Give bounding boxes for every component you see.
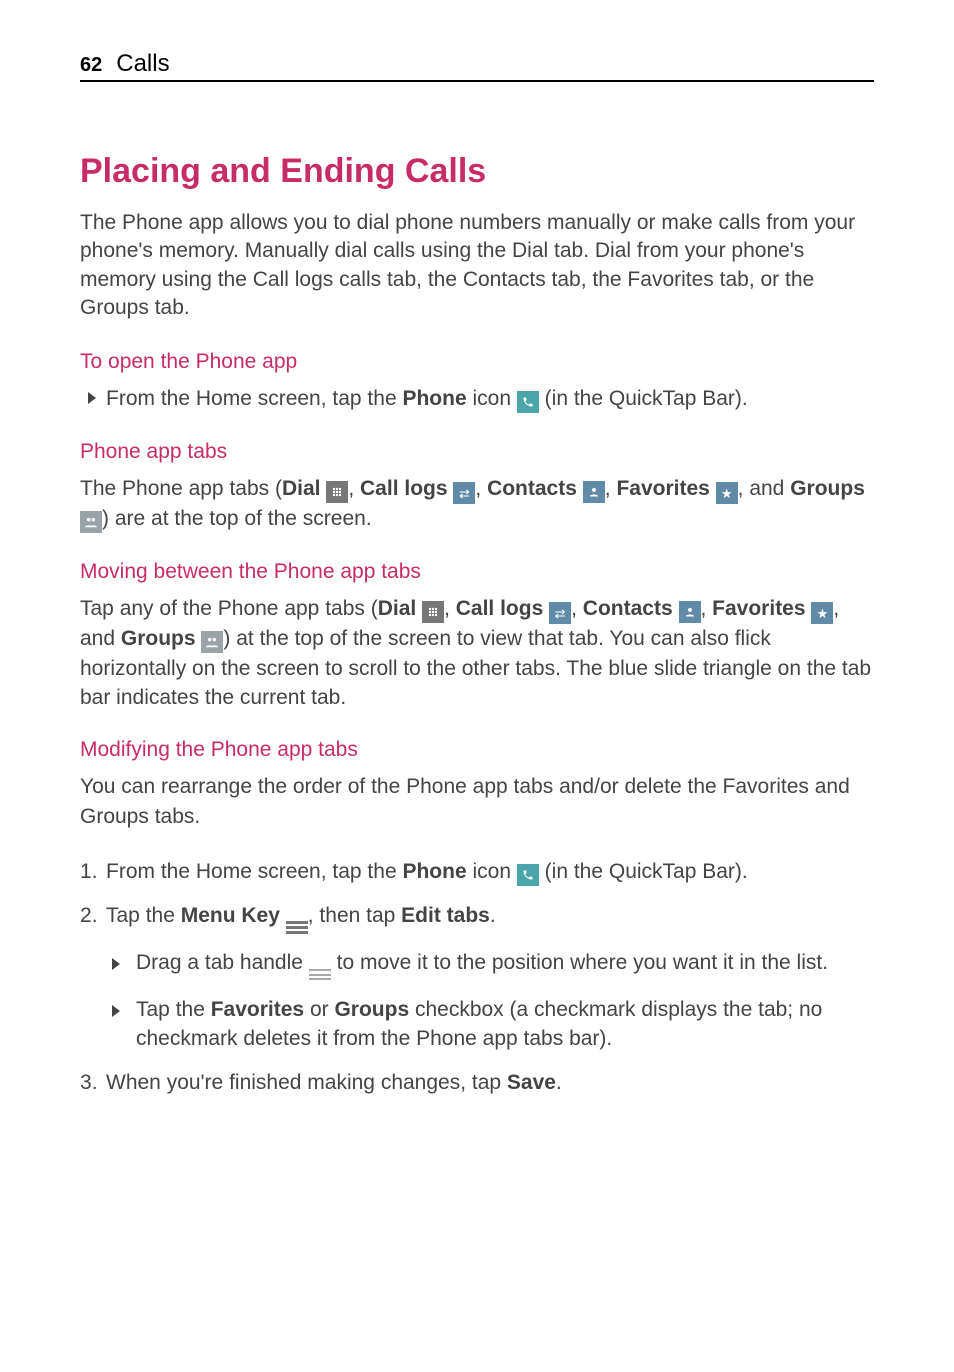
text: or [304, 998, 334, 1021]
text: to move it to the position where you wan… [331, 951, 828, 974]
text: , then tap [308, 904, 401, 927]
text: , [701, 597, 713, 620]
text: , [605, 477, 617, 500]
text: , [444, 597, 456, 620]
section-title: Calls [116, 50, 169, 78]
phone-icon [517, 391, 539, 413]
calllogs-icon: ⇄ [453, 482, 475, 504]
subheading-moving-tabs: Moving between the Phone app tabs [80, 560, 874, 584]
contacts-icon [583, 481, 605, 503]
sub-bullet-checkbox: Tap the Favorites or Groups checkbox (a … [106, 995, 874, 1054]
text: icon [467, 387, 517, 410]
step-1: From the Home screen, tap the Phone icon… [80, 857, 874, 886]
text: , [348, 477, 360, 500]
text: , [475, 477, 487, 500]
text: (in the QuickTap Bar). [539, 387, 748, 410]
dial-icon [326, 481, 348, 503]
dial-label: Dial [282, 477, 321, 500]
groups-icon [201, 631, 223, 653]
step-2: Tap the Menu Key , then tap Edit tabs. D… [80, 901, 874, 1054]
text: , [571, 597, 583, 620]
text: (in the QuickTap Bar). [539, 860, 748, 883]
favorites-icon: ★ [716, 482, 738, 504]
text: icon [467, 860, 517, 883]
main-heading: Placing and Ending Calls [80, 152, 874, 191]
groups-label: Groups [121, 627, 196, 650]
save-label: Save [507, 1071, 556, 1094]
groups-label: Groups [790, 477, 865, 500]
menu-key-icon [286, 918, 308, 936]
calllogs-icon: ⇄ [549, 602, 571, 624]
text: When you're finished making changes, tap [106, 1071, 507, 1094]
groups-icon [80, 511, 102, 533]
modifying-intro: You can rearrange the order of the Phone… [80, 772, 874, 831]
text: From the Home screen, tap the [106, 860, 402, 883]
contacts-label: Contacts [583, 597, 673, 620]
moving-tabs-text: Tap any of the Phone app tabs (Dial , Ca… [80, 594, 874, 713]
dial-label: Dial [378, 597, 417, 620]
favorites-label: Favorites [616, 477, 709, 500]
bullet-triangle-icon [112, 1005, 120, 1017]
text: . [490, 904, 496, 927]
text: Tap the [136, 998, 211, 1021]
sub-bullets: Drag a tab handle to move it to the posi… [106, 948, 874, 1053]
text: ) at the top of the screen to view that … [80, 627, 871, 709]
text: The Phone app tabs ( [80, 477, 282, 500]
phone-app-tabs-text: The Phone app tabs (Dial , Call logs ⇄ , … [80, 474, 874, 534]
document-page: 62 Calls Placing and Ending Calls The Ph… [0, 0, 954, 1151]
calllogs-label: Call logs [456, 597, 544, 620]
contacts-icon [679, 601, 701, 623]
text: . [556, 1071, 562, 1094]
contacts-label: Contacts [487, 477, 577, 500]
phone-label: Phone [402, 860, 466, 883]
numbered-steps: From the Home screen, tap the Phone icon… [80, 857, 874, 1097]
text: From the Home screen, tap the [106, 387, 402, 410]
drag-handle-icon [309, 967, 331, 983]
calllogs-label: Call logs [360, 477, 448, 500]
step-3: When you're finished making changes, tap… [80, 1068, 874, 1097]
text: Tap any of the Phone app tabs ( [80, 597, 378, 620]
sub-bullet-drag: Drag a tab handle to move it to the posi… [106, 948, 874, 983]
favorites-label: Favorites [712, 597, 805, 620]
bullet-triangle-icon [88, 392, 96, 404]
page-number: 62 [80, 54, 102, 77]
dial-icon [422, 601, 444, 623]
menukey-label: Menu Key [181, 904, 280, 927]
favorites-label: Favorites [211, 998, 304, 1021]
favorites-icon: ★ [811, 602, 833, 624]
open-phone-instruction: From the Home screen, tap the Phone icon… [80, 384, 874, 413]
text: , and [738, 477, 791, 500]
phone-label: Phone [402, 387, 466, 410]
bullet-triangle-icon [112, 958, 120, 970]
intro-paragraph: The Phone app allows you to dial phone n… [80, 209, 874, 322]
text: Drag a tab handle [136, 951, 309, 974]
phone-icon [517, 864, 539, 886]
subheading-phone-app-tabs: Phone app tabs [80, 440, 874, 464]
text: ) are at the top of the screen. [102, 507, 372, 530]
text: Tap the [106, 904, 181, 927]
edittabs-label: Edit tabs [401, 904, 490, 927]
page-header: 62 Calls [80, 50, 874, 82]
groups-label: Groups [334, 998, 409, 1021]
subheading-open-phone-app: To open the Phone app [80, 350, 874, 374]
subheading-modifying-tabs: Modifying the Phone app tabs [80, 738, 874, 762]
